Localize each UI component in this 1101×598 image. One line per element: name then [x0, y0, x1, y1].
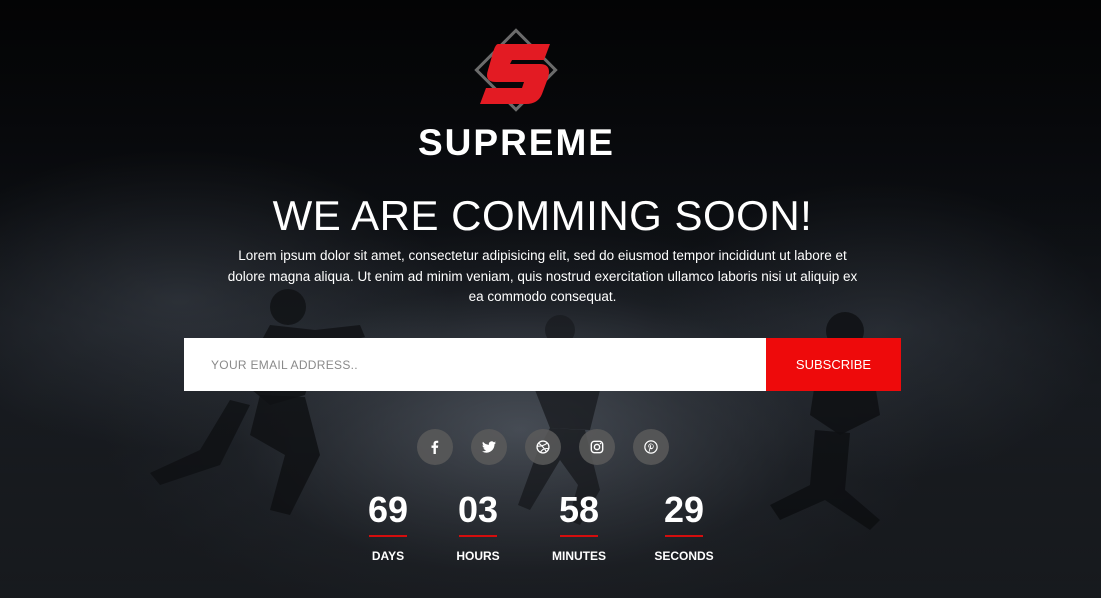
page-title: WE ARE COMMING SOON! — [272, 192, 813, 239]
countdown-days: 69 DAYS — [338, 488, 438, 563]
countdown-underline — [459, 535, 497, 537]
countdown-seconds-label: SECONDS — [654, 549, 714, 563]
countdown-hours-label: HOURS — [456, 549, 500, 563]
page-description: Lorem ipsum dolor sit amet, consectetur … — [227, 248, 858, 304]
facebook-link[interactable] — [417, 429, 453, 465]
instagram-link[interactable] — [579, 429, 615, 465]
countdown-minutes-label: MINUTES — [552, 549, 606, 563]
countdown-underline — [369, 535, 407, 537]
countdown-seconds-value: 29 — [663, 489, 705, 530]
dribbble-icon — [536, 440, 550, 454]
countdown-hours-value: 03 — [457, 489, 499, 530]
subscribe-button[interactable]: SUBSCRIBE — [766, 338, 901, 391]
pinterest-icon — [644, 440, 658, 454]
twitter-icon — [482, 441, 496, 453]
pinterest-link[interactable] — [633, 429, 669, 465]
countdown-hours: 03 HOURS — [428, 488, 528, 563]
countdown-minutes: 58 MINUTES — [529, 488, 629, 563]
countdown-underline — [560, 535, 598, 537]
twitter-link[interactable] — [471, 429, 507, 465]
dribbble-link[interactable] — [525, 429, 561, 465]
email-input[interactable] — [184, 338, 766, 391]
brand-name: SUPREME — [418, 122, 615, 163]
countdown-underline — [665, 535, 703, 537]
countdown-days-value: 69 — [367, 489, 409, 530]
facebook-icon — [431, 440, 439, 454]
instagram-icon — [590, 440, 604, 454]
countdown-days-label: DAYS — [371, 549, 405, 563]
supreme-logo-icon — [474, 28, 558, 112]
countdown-seconds: 29 SECONDS — [634, 488, 734, 563]
countdown-minutes-value: 58 — [558, 489, 600, 530]
coming-soon-content: SUPREME WE ARE COMMING SOON! Lorem ipsum… — [0, 0, 1101, 598]
